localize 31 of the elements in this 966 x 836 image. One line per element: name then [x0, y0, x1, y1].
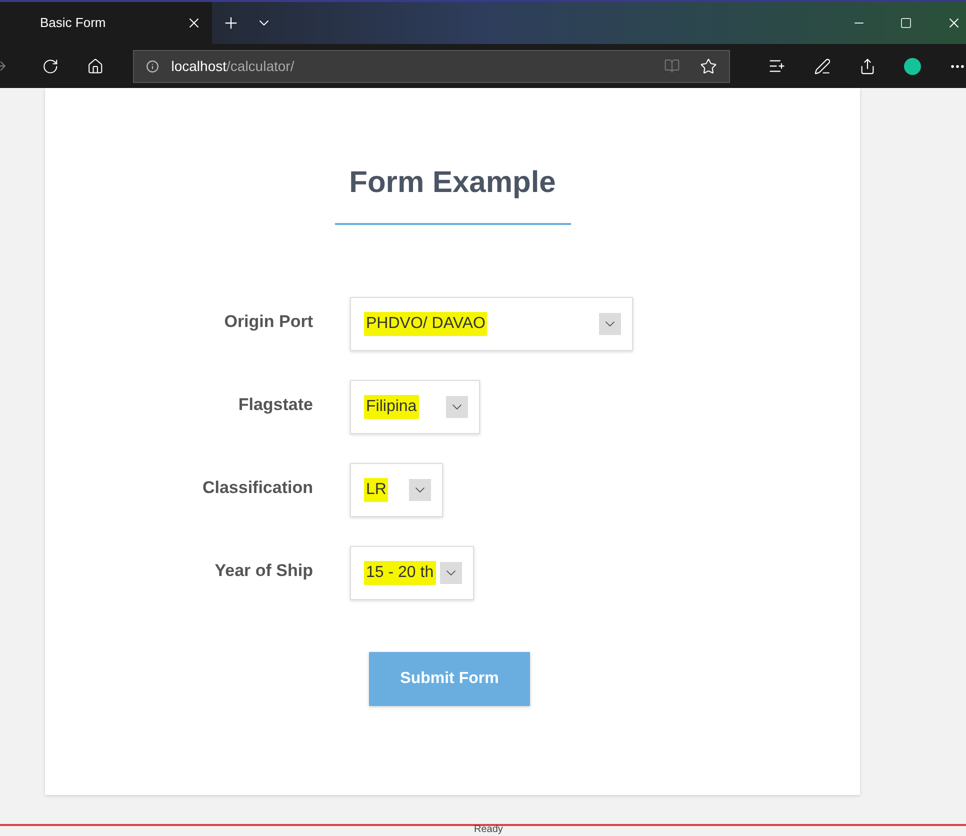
- field-label: Year of Ship: [214, 560, 313, 582]
- url-host: localhost: [171, 56, 227, 76]
- info-icon: [146, 60, 160, 72]
- maximize-icon[interactable]: [900, 17, 912, 29]
- refresh-icon[interactable]: [42, 58, 59, 74]
- select-value: LR: [364, 478, 388, 502]
- form-title: Form Example: [349, 165, 556, 201]
- select-field[interactable]: Filipina: [350, 380, 480, 434]
- select-value: 15 - 20 th: [364, 561, 436, 585]
- field-label: Origin Port: [223, 311, 313, 334]
- home-icon[interactable]: [86, 58, 104, 74]
- select-field[interactable]: PHDVO/ DAVAO: [350, 297, 633, 351]
- url-path: /calculator/: [226, 56, 294, 76]
- share-icon[interactable]: [859, 58, 876, 74]
- field-label: Flagstate: [237, 394, 313, 416]
- chevron-icon: [409, 479, 431, 501]
- select-field[interactable]: 15 - 20 th: [350, 546, 474, 600]
- pen-icon[interactable]: [814, 58, 832, 74]
- chevron-icon: [599, 313, 621, 335]
- chevron-icon: [446, 396, 468, 418]
- chevron-icon: [440, 562, 462, 584]
- select-value: PHDVO/ DAVAO: [364, 312, 488, 336]
- field-label: Classification: [201, 477, 313, 500]
- extension-icon[interactable]: [904, 58, 922, 74]
- address-field[interactable]: localhost/calculator/: [133, 50, 730, 82]
- status-text: Ready: [474, 824, 503, 836]
- select-field[interactable]: LR: [350, 463, 443, 517]
- reading-view-icon[interactable]: [664, 58, 680, 74]
- favorites-icon[interactable]: [768, 57, 786, 75]
- select-value: Filipina: [364, 395, 419, 419]
- favorite-star-icon[interactable]: [700, 58, 718, 74]
